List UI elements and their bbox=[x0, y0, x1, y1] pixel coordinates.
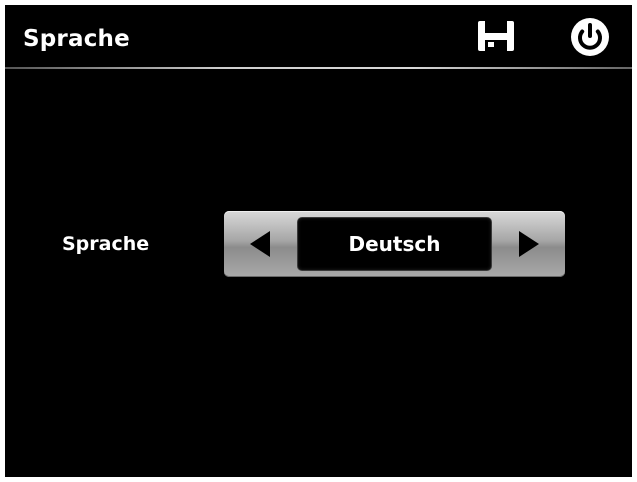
header-bar: Sprache bbox=[5, 5, 632, 67]
header-divider bbox=[5, 67, 632, 69]
next-language-button[interactable] bbox=[495, 211, 565, 277]
floppy-disk-icon bbox=[478, 21, 514, 51]
previous-language-button[interactable] bbox=[224, 211, 294, 277]
arrow-left-icon bbox=[250, 231, 270, 257]
language-selector: Deutsch bbox=[224, 211, 565, 277]
language-label: Sprache bbox=[62, 233, 150, 255]
device-screen: Sprache Sprache Deutsch bbox=[5, 5, 632, 477]
language-value: Deutsch bbox=[348, 232, 441, 256]
arrow-right-icon bbox=[519, 231, 539, 257]
language-value-box: Deutsch bbox=[298, 218, 491, 270]
save-icon[interactable] bbox=[477, 20, 515, 52]
power-button-glyph bbox=[571, 18, 609, 56]
page-title: Sprache bbox=[23, 26, 130, 52]
power-icon[interactable] bbox=[569, 16, 611, 58]
